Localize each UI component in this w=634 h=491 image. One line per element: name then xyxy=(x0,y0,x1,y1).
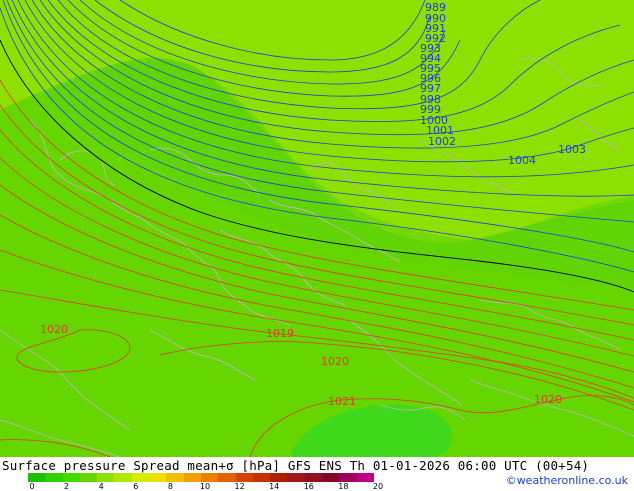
colorbar-swatch xyxy=(79,473,98,482)
colorbar-swatch xyxy=(339,473,357,482)
colorbar-ticks: 0 2 4 6 8 10 12 14 16 18 20 xyxy=(28,482,408,491)
weather-map: 989 990 991 992 993 994 995 996 997 998 … xyxy=(0,0,634,457)
isobar-label: 1019 xyxy=(266,327,294,340)
colorbar-swatch xyxy=(252,473,271,482)
isobar-label: 1002 xyxy=(428,135,456,148)
colorbar-swatch xyxy=(304,473,323,482)
colorbar-swatch xyxy=(28,473,46,482)
map-canvas: 989 990 991 992 993 994 995 996 997 998 … xyxy=(0,0,634,457)
colorbar-swatch xyxy=(322,473,340,482)
footer: Surface pressure Spread mean+σ [hPa] GFS… xyxy=(0,457,634,491)
colorbar-swatch xyxy=(131,473,150,482)
colorbar-swatch xyxy=(114,473,132,482)
isobar-label: 1003 xyxy=(558,143,586,156)
colorbar-swatch xyxy=(45,473,63,482)
credit-link[interactable]: ©weatheronline.co.uk xyxy=(506,474,628,487)
colorbar-swatch xyxy=(166,473,184,482)
colorbar-swatch xyxy=(62,473,80,482)
colorbar-swatch xyxy=(270,473,288,482)
colorbar-swatch xyxy=(200,473,219,482)
colorbar-swatch xyxy=(356,473,374,482)
isobar-label: 1020 xyxy=(40,323,68,336)
isobar-label: 1020 xyxy=(534,393,562,406)
colorbar-swatch xyxy=(287,473,305,482)
colorbar-swatch xyxy=(183,473,201,482)
colorbar-swatch xyxy=(97,473,115,482)
map-title: Surface pressure Spread mean+σ [hPa] GFS… xyxy=(2,458,590,473)
isobar-label: 1004 xyxy=(508,154,536,167)
colorbar-swatch xyxy=(235,473,253,482)
colorbar-swatch xyxy=(149,473,167,482)
colorbar xyxy=(28,473,374,482)
isobar-label: 1021 xyxy=(328,395,356,408)
colorbar-swatch xyxy=(218,473,236,482)
isobar-label: 1020 xyxy=(321,355,349,368)
